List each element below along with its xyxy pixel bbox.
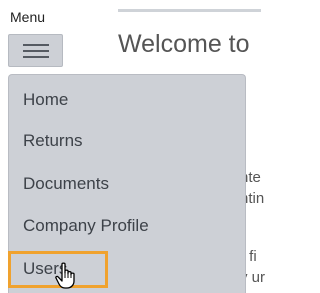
- menu-item-users[interactable]: Users: [23, 258, 67, 280]
- menu-item-documents[interactable]: Documents: [23, 173, 109, 195]
- navigation-dropdown: Home Returns Documents Company Profile U…: [8, 74, 246, 293]
- menu-item-home[interactable]: Home: [23, 89, 68, 111]
- menu-toggle-button[interactable]: [8, 34, 63, 67]
- header-divider: [118, 9, 261, 12]
- menu-item-company-profile[interactable]: Company Profile: [23, 215, 149, 237]
- menu-label: Menu: [10, 9, 46, 25]
- menu-item-returns[interactable]: Returns: [23, 130, 83, 152]
- page-title: Welcome to: [118, 30, 250, 58]
